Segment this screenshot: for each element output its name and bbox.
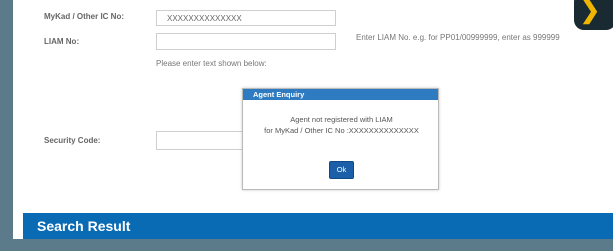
search-result-header: Search Result — [23, 213, 613, 239]
enquiry-form-panel: MyKad / Other IC No: XXXXXXXXXXXXXX LIAM… — [13, 0, 613, 239]
mykad-label: MyKad / Other IC No: — [44, 12, 125, 21]
security-code-input[interactable] — [156, 131, 246, 150]
security-instruction: Please enter text shown below: — [156, 59, 267, 68]
mykad-input[interactable]: XXXXXXXXXXXXXX — [156, 10, 336, 26]
liam-hint: Enter LIAM No. e.g. for PP01/00999999, e… — [356, 33, 560, 42]
dialog-title: Agent Enquiry — [243, 89, 438, 100]
chevron-right-icon: ❯ — [580, 0, 601, 24]
dialog-message-line2: for MyKad / Other IC No :XXXXXXXXXXXXXX — [264, 126, 419, 135]
corner-badge[interactable]: ❯ — [574, 0, 613, 30]
mykad-input-value: XXXXXXXXXXXXXX — [167, 14, 242, 23]
ok-button[interactable]: Ok — [329, 161, 354, 179]
dialog-message-line1: Agent not registered with LIAM — [290, 115, 393, 124]
search-result-title: Search Result — [37, 218, 131, 234]
liam-label: LIAM No: — [44, 37, 80, 46]
agent-enquiry-dialog: Agent Enquiry Agent not registered with … — [242, 88, 439, 190]
liam-input[interactable] — [156, 33, 336, 50]
security-code-label: Security Code: — [44, 136, 101, 145]
